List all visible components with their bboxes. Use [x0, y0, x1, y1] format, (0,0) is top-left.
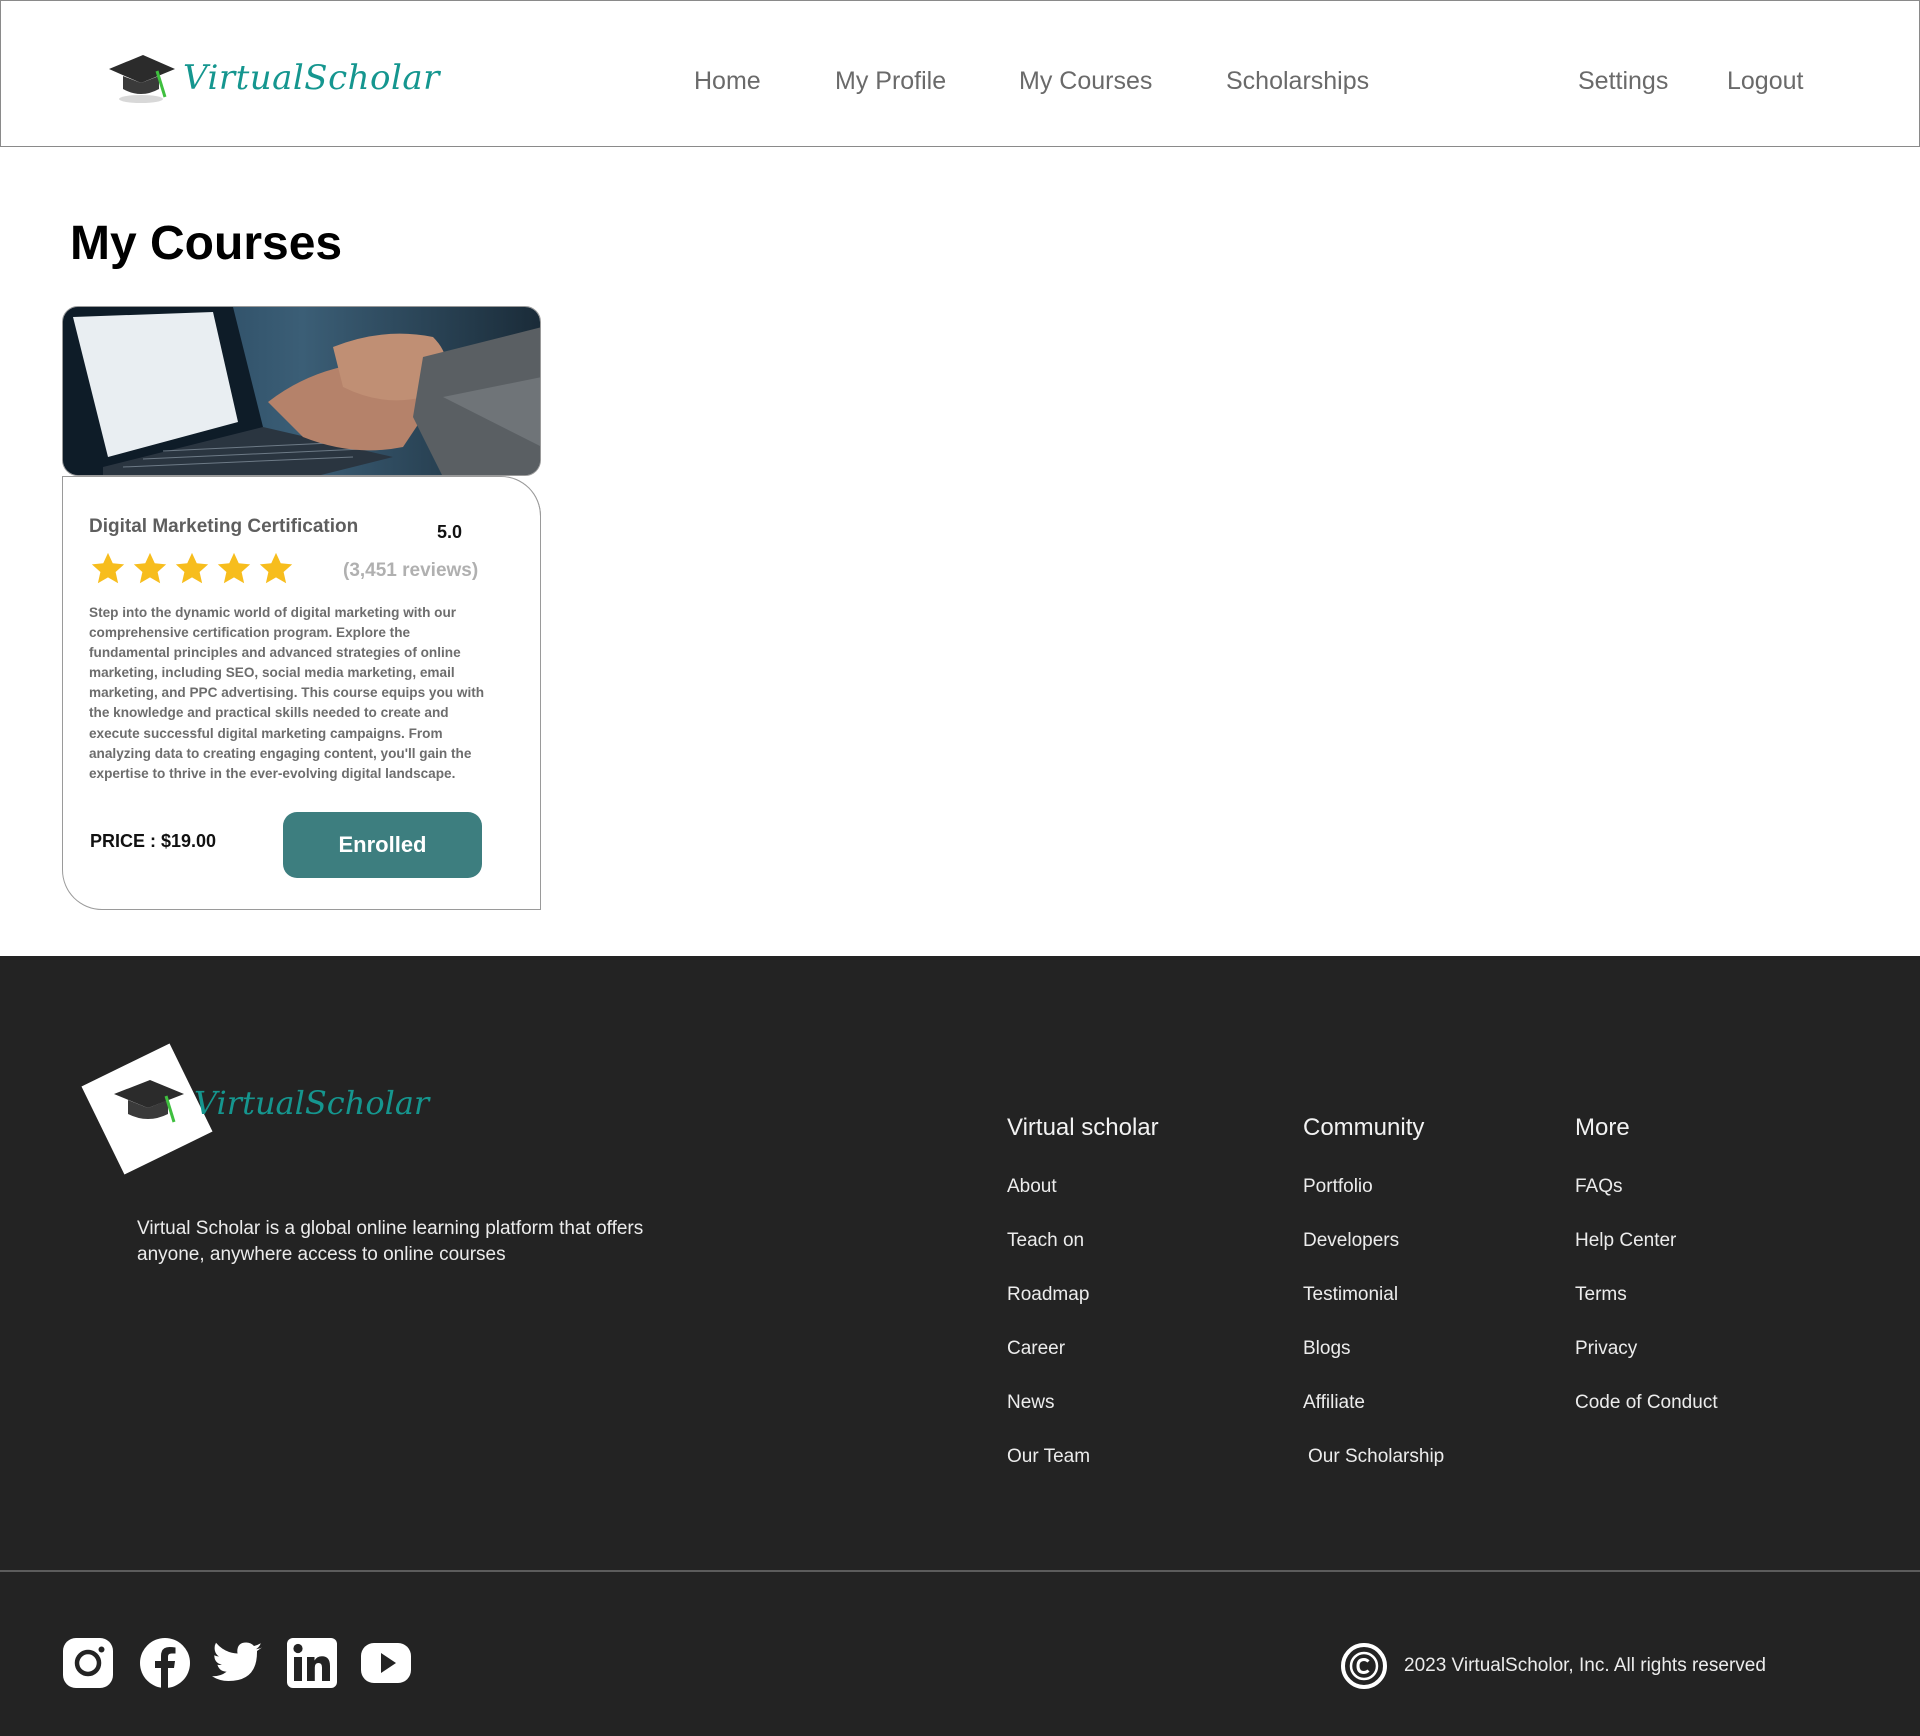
footer-link-developers[interactable]: Developers	[1303, 1230, 1399, 1252]
footer-link-testimonial[interactable]: Testimonial	[1303, 1284, 1398, 1306]
footer-heading-virtual-scholar: Virtual scholar	[1007, 1114, 1159, 1141]
footer-link-blogs[interactable]: Blogs	[1303, 1338, 1351, 1360]
nav-home[interactable]: Home	[694, 67, 761, 96]
footer-heading-community: Community	[1303, 1114, 1425, 1141]
brand-wordmark: VirtualScholar	[183, 58, 440, 98]
footer-heading-more: More	[1575, 1114, 1630, 1141]
youtube-icon[interactable]	[360, 1637, 412, 1689]
star-icon	[133, 552, 167, 584]
enrolled-button[interactable]: Enrolled	[283, 812, 482, 878]
footer-wordmark: VirtualScholar	[194, 1084, 430, 1122]
laptop-typing-image	[63, 307, 540, 475]
brand-logo[interactable]: VirtualScholar	[105, 49, 440, 107]
copyright-icon	[1341, 1643, 1387, 1689]
linkedin-icon[interactable]	[286, 1637, 338, 1689]
star-icon	[175, 552, 209, 584]
star-rating	[89, 550, 295, 588]
instagram-icon[interactable]	[62, 1637, 114, 1689]
twitter-icon[interactable]	[212, 1637, 264, 1689]
footer-link-privacy[interactable]: Privacy	[1575, 1338, 1637, 1360]
nav-my-profile[interactable]: My Profile	[835, 67, 946, 96]
course-thumbnail[interactable]	[62, 306, 541, 476]
footer-link-code-of-conduct[interactable]: Code of Conduct	[1575, 1392, 1718, 1414]
graduation-cap-icon	[114, 1080, 184, 1123]
nav-settings[interactable]: Settings	[1578, 67, 1668, 96]
star-icon	[91, 552, 125, 584]
star-icon	[217, 552, 251, 584]
course-title[interactable]: Digital Marketing Certification	[89, 516, 358, 538]
graduation-cap-icon	[109, 55, 175, 103]
nav-my-courses[interactable]: My Courses	[1019, 67, 1152, 96]
footer-link-affiliate[interactable]: Affiliate	[1303, 1392, 1365, 1414]
course-price: PRICE : $19.00	[90, 831, 217, 851]
footer-link-roadmap[interactable]: Roadmap	[1007, 1284, 1089, 1306]
footer-divider	[0, 1570, 1920, 1572]
rating-value: 5.0	[437, 522, 463, 542]
footer-link-our-team[interactable]: Our Team	[1007, 1446, 1090, 1468]
footer-link-about[interactable]: About	[1007, 1176, 1057, 1198]
review-count: (3,451 reviews)	[343, 560, 479, 581]
copyright-text: 2023 VirtualScholor, Inc. All rights res…	[1404, 1655, 1766, 1676]
footer-link-terms[interactable]: Terms	[1575, 1284, 1627, 1306]
top-navbar: VirtualScholar Home My Profile My Course…	[0, 0, 1920, 147]
footer-link-help-center[interactable]: Help Center	[1575, 1230, 1676, 1252]
course-card: Digital Marketing Certification 5.0 (3,4…	[62, 476, 541, 910]
footer-link-news[interactable]: News	[1007, 1392, 1055, 1414]
nav-logout[interactable]: Logout	[1727, 67, 1803, 96]
page-title: My Courses	[70, 217, 343, 270]
footer-link-career[interactable]: Career	[1007, 1338, 1065, 1360]
footer-about: Virtual Scholar is a global online learn…	[137, 1218, 644, 1265]
footer-link-our-scholarship[interactable]: Our Scholarship	[1308, 1446, 1444, 1468]
copyright: 2023 VirtualScholor, Inc. All rights res…	[1340, 1642, 1766, 1690]
footer-link-faqs[interactable]: FAQs	[1575, 1176, 1623, 1198]
star-icon	[259, 552, 293, 584]
course-description: Step into the dynamic world of digital m…	[89, 605, 485, 781]
footer-link-teach-on[interactable]: Teach on	[1007, 1230, 1084, 1252]
facebook-icon[interactable]	[139, 1637, 191, 1689]
footer-link-portfolio[interactable]: Portfolio	[1303, 1176, 1373, 1198]
nav-scholarships[interactable]: Scholarships	[1226, 67, 1369, 96]
